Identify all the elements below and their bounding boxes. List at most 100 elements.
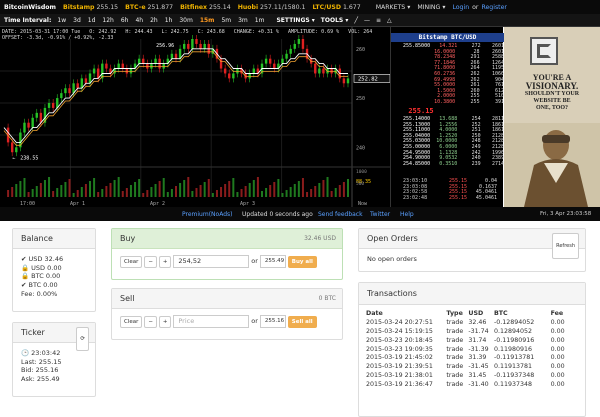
price-tick: 260 bbox=[356, 47, 365, 53]
volume-bar bbox=[175, 186, 177, 197]
volume-bar bbox=[293, 184, 296, 197]
feedback-link[interactable]: Send feedback bbox=[318, 211, 363, 218]
price-chart[interactable]: 260 250 240 256.96 ← 238.55 252.82 88.35 1000 500… bbox=[0, 27, 391, 207]
candle bbox=[330, 68, 333, 74]
draw-line-icon[interactable]: ╱ bbox=[354, 17, 358, 24]
ticker-bitfinex[interactable]: Bitfinex 255.14 bbox=[180, 4, 231, 11]
interval-12h[interactable]: 12h bbox=[102, 17, 113, 24]
candle bbox=[264, 58, 268, 64]
interval-1h[interactable]: 1h bbox=[165, 17, 173, 24]
volume-bar bbox=[97, 192, 100, 197]
register-link[interactable]: Register bbox=[481, 4, 506, 11]
volume-bar bbox=[277, 179, 280, 197]
balance-usd-available: USD 32.46 bbox=[28, 255, 64, 263]
volume-bar bbox=[166, 192, 169, 197]
table-cell: 31.74 bbox=[468, 336, 487, 344]
volume-bar bbox=[150, 187, 153, 197]
interval-1w[interactable]: 1w bbox=[57, 17, 66, 24]
bid-row[interactable]: 254.85000 0.3510 239 2714 bbox=[391, 160, 504, 168]
interval-4h[interactable]: 4h bbox=[135, 17, 143, 24]
tools-menu[interactable]: TOOLS ▾ bbox=[321, 17, 349, 24]
ad-aviator-image bbox=[504, 123, 600, 207]
volume-tick: 500 bbox=[356, 181, 364, 187]
candle bbox=[47, 103, 51, 108]
balance-usd-reserved: USD 0.00 bbox=[31, 263, 62, 272]
interval-2h[interactable]: 2h bbox=[150, 17, 158, 24]
sell-price2-input[interactable]: 255.16 bbox=[259, 315, 286, 328]
volume-bar bbox=[269, 185, 272, 197]
sell-title: Sell bbox=[120, 294, 135, 303]
buy-all-button[interactable]: Buy all bbox=[287, 256, 317, 268]
help-link[interactable]: Help bbox=[400, 211, 414, 218]
buy-plus-button[interactable]: + bbox=[158, 256, 172, 268]
refresh-button[interactable]: Refresh bbox=[552, 233, 579, 259]
ticker-ltc[interactable]: LTC/USD 1.677 bbox=[312, 4, 360, 11]
volume-bar bbox=[11, 187, 14, 197]
volume-bar bbox=[342, 182, 345, 197]
table-cell: 0.11980916 bbox=[493, 345, 532, 353]
sell-all-button[interactable]: Sell all bbox=[287, 316, 317, 328]
table-cell: trade bbox=[446, 318, 464, 326]
candle bbox=[293, 43, 296, 49]
settings-menu[interactable]: SETTINGS ▾ bbox=[276, 17, 314, 24]
or-text: or bbox=[472, 3, 479, 11]
horizontal-line-icon[interactable]: — bbox=[364, 17, 370, 24]
ticker-btce[interactable]: BTC-e 251.877 bbox=[125, 4, 173, 11]
candle bbox=[174, 53, 178, 59]
premium-link[interactable]: Premium(NoAds) bbox=[182, 211, 232, 218]
advertisement[interactable]: YOU'RE A VISIONARY. SHOULDN'T YOUR WEBSI… bbox=[504, 27, 600, 207]
interval-6h[interactable]: 6h bbox=[121, 17, 129, 24]
ask-row[interactable]: 10.3800 255 391 bbox=[391, 99, 504, 106]
login-link[interactable]: Login bbox=[452, 4, 469, 11]
buy-price-input[interactable]: 254,52 bbox=[173, 255, 250, 268]
balance-btc-available: BTC 0.00 bbox=[28, 281, 58, 290]
table-cell: 2015-03-23 19:09:35 bbox=[366, 345, 433, 353]
buy-minus-button[interactable]: − bbox=[144, 256, 157, 268]
mining-menu[interactable]: MINING ▾ bbox=[417, 4, 445, 11]
refresh-icon[interactable]: ⟳ bbox=[76, 327, 89, 351]
table-cell: 31.39 bbox=[468, 354, 487, 362]
interval-30m[interactable]: 30m bbox=[179, 17, 192, 24]
order-book-title: Bitstamp BTC/USD bbox=[391, 33, 504, 42]
markets-menu[interactable]: MARKETS ▾ bbox=[376, 4, 411, 11]
ticker-huobi[interactable]: Huobi 257.11/1580.1 bbox=[238, 4, 306, 11]
buy-price2-input[interactable]: 255.49 bbox=[259, 255, 286, 268]
sell-price-input[interactable]: Price bbox=[173, 315, 250, 328]
brand-logo[interactable]: BitcoinWisdom bbox=[4, 4, 56, 11]
order-book: Bitstamp BTC/USD 255.85000 14.321 272 2601 1… bbox=[390, 27, 504, 207]
price: 254.85000 bbox=[403, 160, 431, 167]
interval-1m[interactable]: 1m bbox=[255, 17, 265, 24]
low-marker: 238.55 bbox=[20, 156, 38, 162]
ticker-ask: Ask: 255.49 bbox=[21, 375, 60, 384]
interval-5m[interactable]: 5m bbox=[221, 17, 231, 24]
status-bar: Premium(NoAds) Updated 0 seconds ago Sen… bbox=[0, 207, 600, 221]
chart-svg[interactable]: 260250240256.96← 238.55252.8288.351000500… bbox=[0, 27, 391, 207]
sell-available: 0 BTC bbox=[318, 295, 336, 302]
triangle-icon[interactable]: △ bbox=[387, 17, 392, 24]
volume-bar bbox=[138, 179, 141, 197]
volume-bar bbox=[146, 190, 149, 197]
interval-15m[interactable]: 15m bbox=[200, 17, 215, 24]
open-orders-panel: Open Orders Refresh No open orders bbox=[358, 228, 586, 272]
buy-clear-button[interactable]: Clear bbox=[120, 256, 143, 268]
ask-list: 255.85000 14.321 272 2601 16.0000 28 2601 78.23… bbox=[391, 43, 504, 106]
volume-bar bbox=[232, 178, 235, 197]
candle bbox=[170, 53, 174, 59]
volume-bar bbox=[199, 185, 202, 197]
twitter-link[interactable]: Twitter bbox=[370, 211, 390, 218]
ticker-bitstamp[interactable]: Bitstamp 255.15 bbox=[63, 4, 118, 11]
interval-3d[interactable]: 3d bbox=[73, 17, 81, 24]
interval-1d[interactable]: 1d bbox=[88, 17, 96, 24]
fib-icon[interactable]: ≡ bbox=[376, 17, 381, 24]
ticker-title: Ticker bbox=[21, 328, 45, 337]
table-cell: -31.40 bbox=[468, 381, 489, 389]
volume-bar bbox=[60, 185, 63, 197]
candle bbox=[68, 88, 71, 94]
volume-bar bbox=[35, 186, 38, 197]
candle bbox=[146, 63, 149, 69]
sell-clear-button[interactable]: Clear bbox=[120, 316, 143, 328]
volume-bar bbox=[142, 193, 145, 197]
sell-plus-button[interactable]: + bbox=[158, 316, 172, 328]
interval-3m[interactable]: 3m bbox=[238, 17, 248, 24]
sell-minus-button[interactable]: − bbox=[144, 316, 157, 328]
